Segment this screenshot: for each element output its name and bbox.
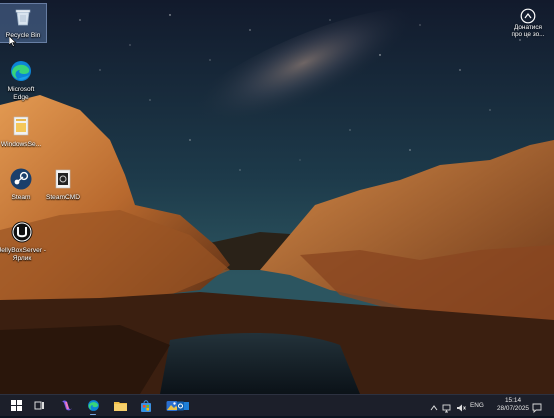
tray-chevron-icon[interactable] [430,400,438,411]
folder-icon [113,402,127,411]
start-button[interactable] [5,395,27,416]
clock-date: 28/07/2025 [497,405,529,412]
outlook-app-button[interactable] [172,395,194,416]
donate-icon [520,8,536,24]
network-icon[interactable] [442,400,452,413]
donate-widget-label: Донатися про це зо... [511,24,545,39]
language-indicator[interactable]: ENG [470,402,484,409]
desktop-icon-label: Microsoft Edge [7,86,35,101]
desktop-icon-jellybox-server[interactable]: JellyBoxServer - Ярлик [0,219,46,262]
copilot-button[interactable] [55,395,77,416]
desktop-icon-label: WindowsSe... [0,141,42,148]
task-view-button[interactable] [28,395,50,416]
recycle-bin-icon [10,4,36,30]
store-icon [141,399,151,412]
windows-start-icon [10,400,22,411]
task-view-icon [34,401,44,410]
desktop-icon-steamcmd[interactable]: SteamCMD [40,166,86,202]
steam-icon [8,166,34,192]
copilot-icon [61,400,72,411]
desktop-icon-recycle-bin[interactable]: Recycle Bin [0,3,47,43]
edge-icon [8,58,34,84]
taskbar-edge-button[interactable] [82,395,104,416]
desktop-icon-microsoft-edge[interactable]: Microsoft Edge [0,58,44,101]
jellybox-icon [9,219,35,245]
desktop-icon-steam[interactable]: Steam [0,166,44,202]
clock[interactable]: 15:14 28/07/2025 [496,397,530,412]
clock-time: 15:14 [505,397,521,404]
file-explorer-button[interactable] [109,395,131,416]
edge-icon [87,400,99,411]
steamcmd-icon [50,166,76,192]
desktop-icon-label: SteamCMD [45,194,81,201]
store-button[interactable] [135,395,157,416]
volume-icon[interactable] [456,400,466,412]
donate-widget[interactable]: Донатися про це зо... [508,8,548,39]
taskbar: ENG 15:14 28/07/2025 [0,394,554,416]
notification-center-icon[interactable] [532,400,542,414]
desktop-icon-label: Steam [11,194,31,201]
mouse-cursor-icon [9,36,17,47]
desktop-icon-label: JellyBoxServer - Ярлик [0,247,47,262]
outlook-icon [177,401,189,410]
folder-icon [8,113,34,139]
desktop-icon-windows-security[interactable]: WindowsSe... [0,113,44,149]
